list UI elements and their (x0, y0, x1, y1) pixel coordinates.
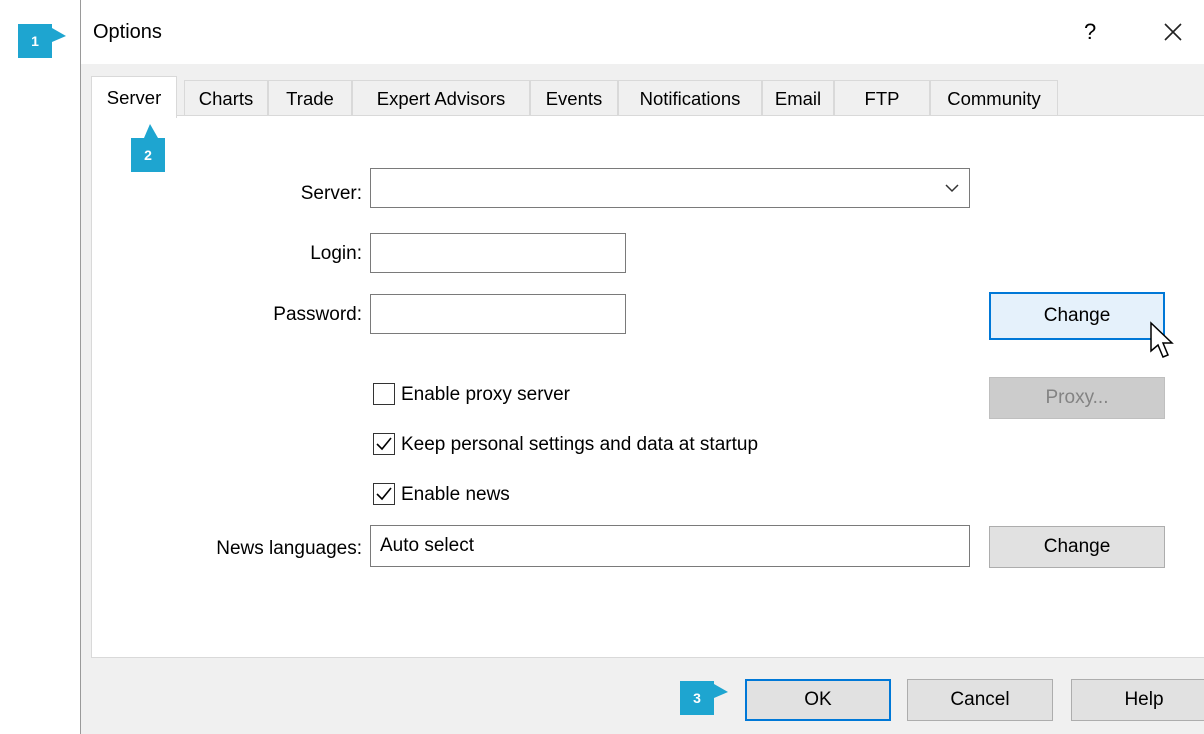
tab-server[interactable]: Server (91, 76, 177, 118)
news-languages-label: News languages: (216, 538, 362, 559)
marker-number: 2 (144, 147, 152, 163)
tab-email[interactable]: Email (762, 80, 834, 116)
enable-proxy-checkbox[interactable] (373, 383, 395, 405)
news-languages-change-button[interactable]: Change (989, 526, 1165, 568)
help-button[interactable]: Help (1071, 679, 1204, 721)
button-label: Help (1124, 689, 1164, 710)
tab-label: Events (545, 87, 603, 109)
checkmark-icon (376, 437, 392, 451)
enable-news-checkbox[interactable] (373, 483, 395, 505)
options-dialog: Options ? Server Charts Trade Expert Adv… (80, 0, 1204, 734)
server-tab-panel: 2 Server: Login: Password: Change Enable… (91, 115, 1204, 658)
keep-settings-label[interactable]: Keep personal settings and data at start… (401, 434, 758, 456)
ok-button[interactable]: OK (745, 679, 891, 721)
button-label: Change (1043, 536, 1111, 557)
marker-number: 1 (31, 33, 39, 49)
annotation-marker-3: 3 (680, 681, 714, 715)
chevron-down-icon (945, 184, 959, 193)
server-select[interactable] (370, 168, 970, 208)
news-languages-value: Auto select (380, 535, 474, 556)
tab-label: Server (106, 86, 162, 108)
button-label: Cancel (950, 689, 1010, 710)
marker-3-arrow (714, 684, 728, 698)
password-input[interactable] (370, 294, 626, 334)
proxy-button[interactable]: Proxy... (989, 377, 1165, 419)
tab-label: Charts (198, 87, 254, 109)
tab-label: FTP (864, 87, 900, 109)
cancel-button[interactable]: Cancel (907, 679, 1053, 721)
button-label: Change (1043, 305, 1111, 326)
button-label: Proxy... (1045, 387, 1109, 408)
tab-trade[interactable]: Trade (268, 80, 352, 116)
tab-expert-advisors[interactable]: Expert Advisors (352, 80, 530, 116)
window-title: Options (93, 21, 162, 43)
enable-proxy-label[interactable]: Enable proxy server (401, 384, 570, 406)
mouse-cursor-icon (1150, 321, 1174, 358)
close-icon[interactable] (1153, 14, 1193, 50)
checkmark-icon (376, 487, 392, 501)
enable-news-label[interactable]: Enable news (401, 484, 510, 506)
marker-number: 3 (693, 690, 701, 706)
title-bar[interactable]: Options ? (81, 0, 1204, 64)
tab-notifications[interactable]: Notifications (618, 80, 762, 116)
tab-label: Notifications (639, 87, 741, 109)
server-label: Server: (300, 183, 362, 204)
tab-label: Community (947, 87, 1041, 109)
news-languages-field[interactable]: Auto select (370, 525, 970, 567)
tab-strip: Server Charts Trade Expert Advisors Even… (91, 76, 1091, 118)
keep-settings-checkbox[interactable] (373, 433, 395, 455)
annotation-marker-1: 1 (18, 24, 52, 58)
login-label: Login: (310, 243, 362, 264)
tab-charts[interactable]: Charts (184, 80, 268, 116)
button-label: OK (804, 689, 832, 710)
password-label: Password: (273, 304, 362, 325)
help-icon[interactable]: ? (1084, 19, 1096, 45)
tab-label: Email (774, 87, 822, 109)
tab-ftp[interactable]: FTP (834, 80, 930, 116)
marker-2-arrow (144, 124, 158, 138)
tab-label: Trade (286, 87, 334, 109)
change-password-button[interactable]: Change (989, 292, 1165, 340)
tab-events[interactable]: Events (530, 80, 618, 116)
login-input[interactable] (370, 233, 626, 273)
marker-1-arrow (52, 28, 66, 42)
tab-label: Expert Advisors (376, 87, 506, 109)
annotation-marker-2: 2 (131, 138, 165, 172)
tab-community[interactable]: Community (930, 80, 1058, 116)
